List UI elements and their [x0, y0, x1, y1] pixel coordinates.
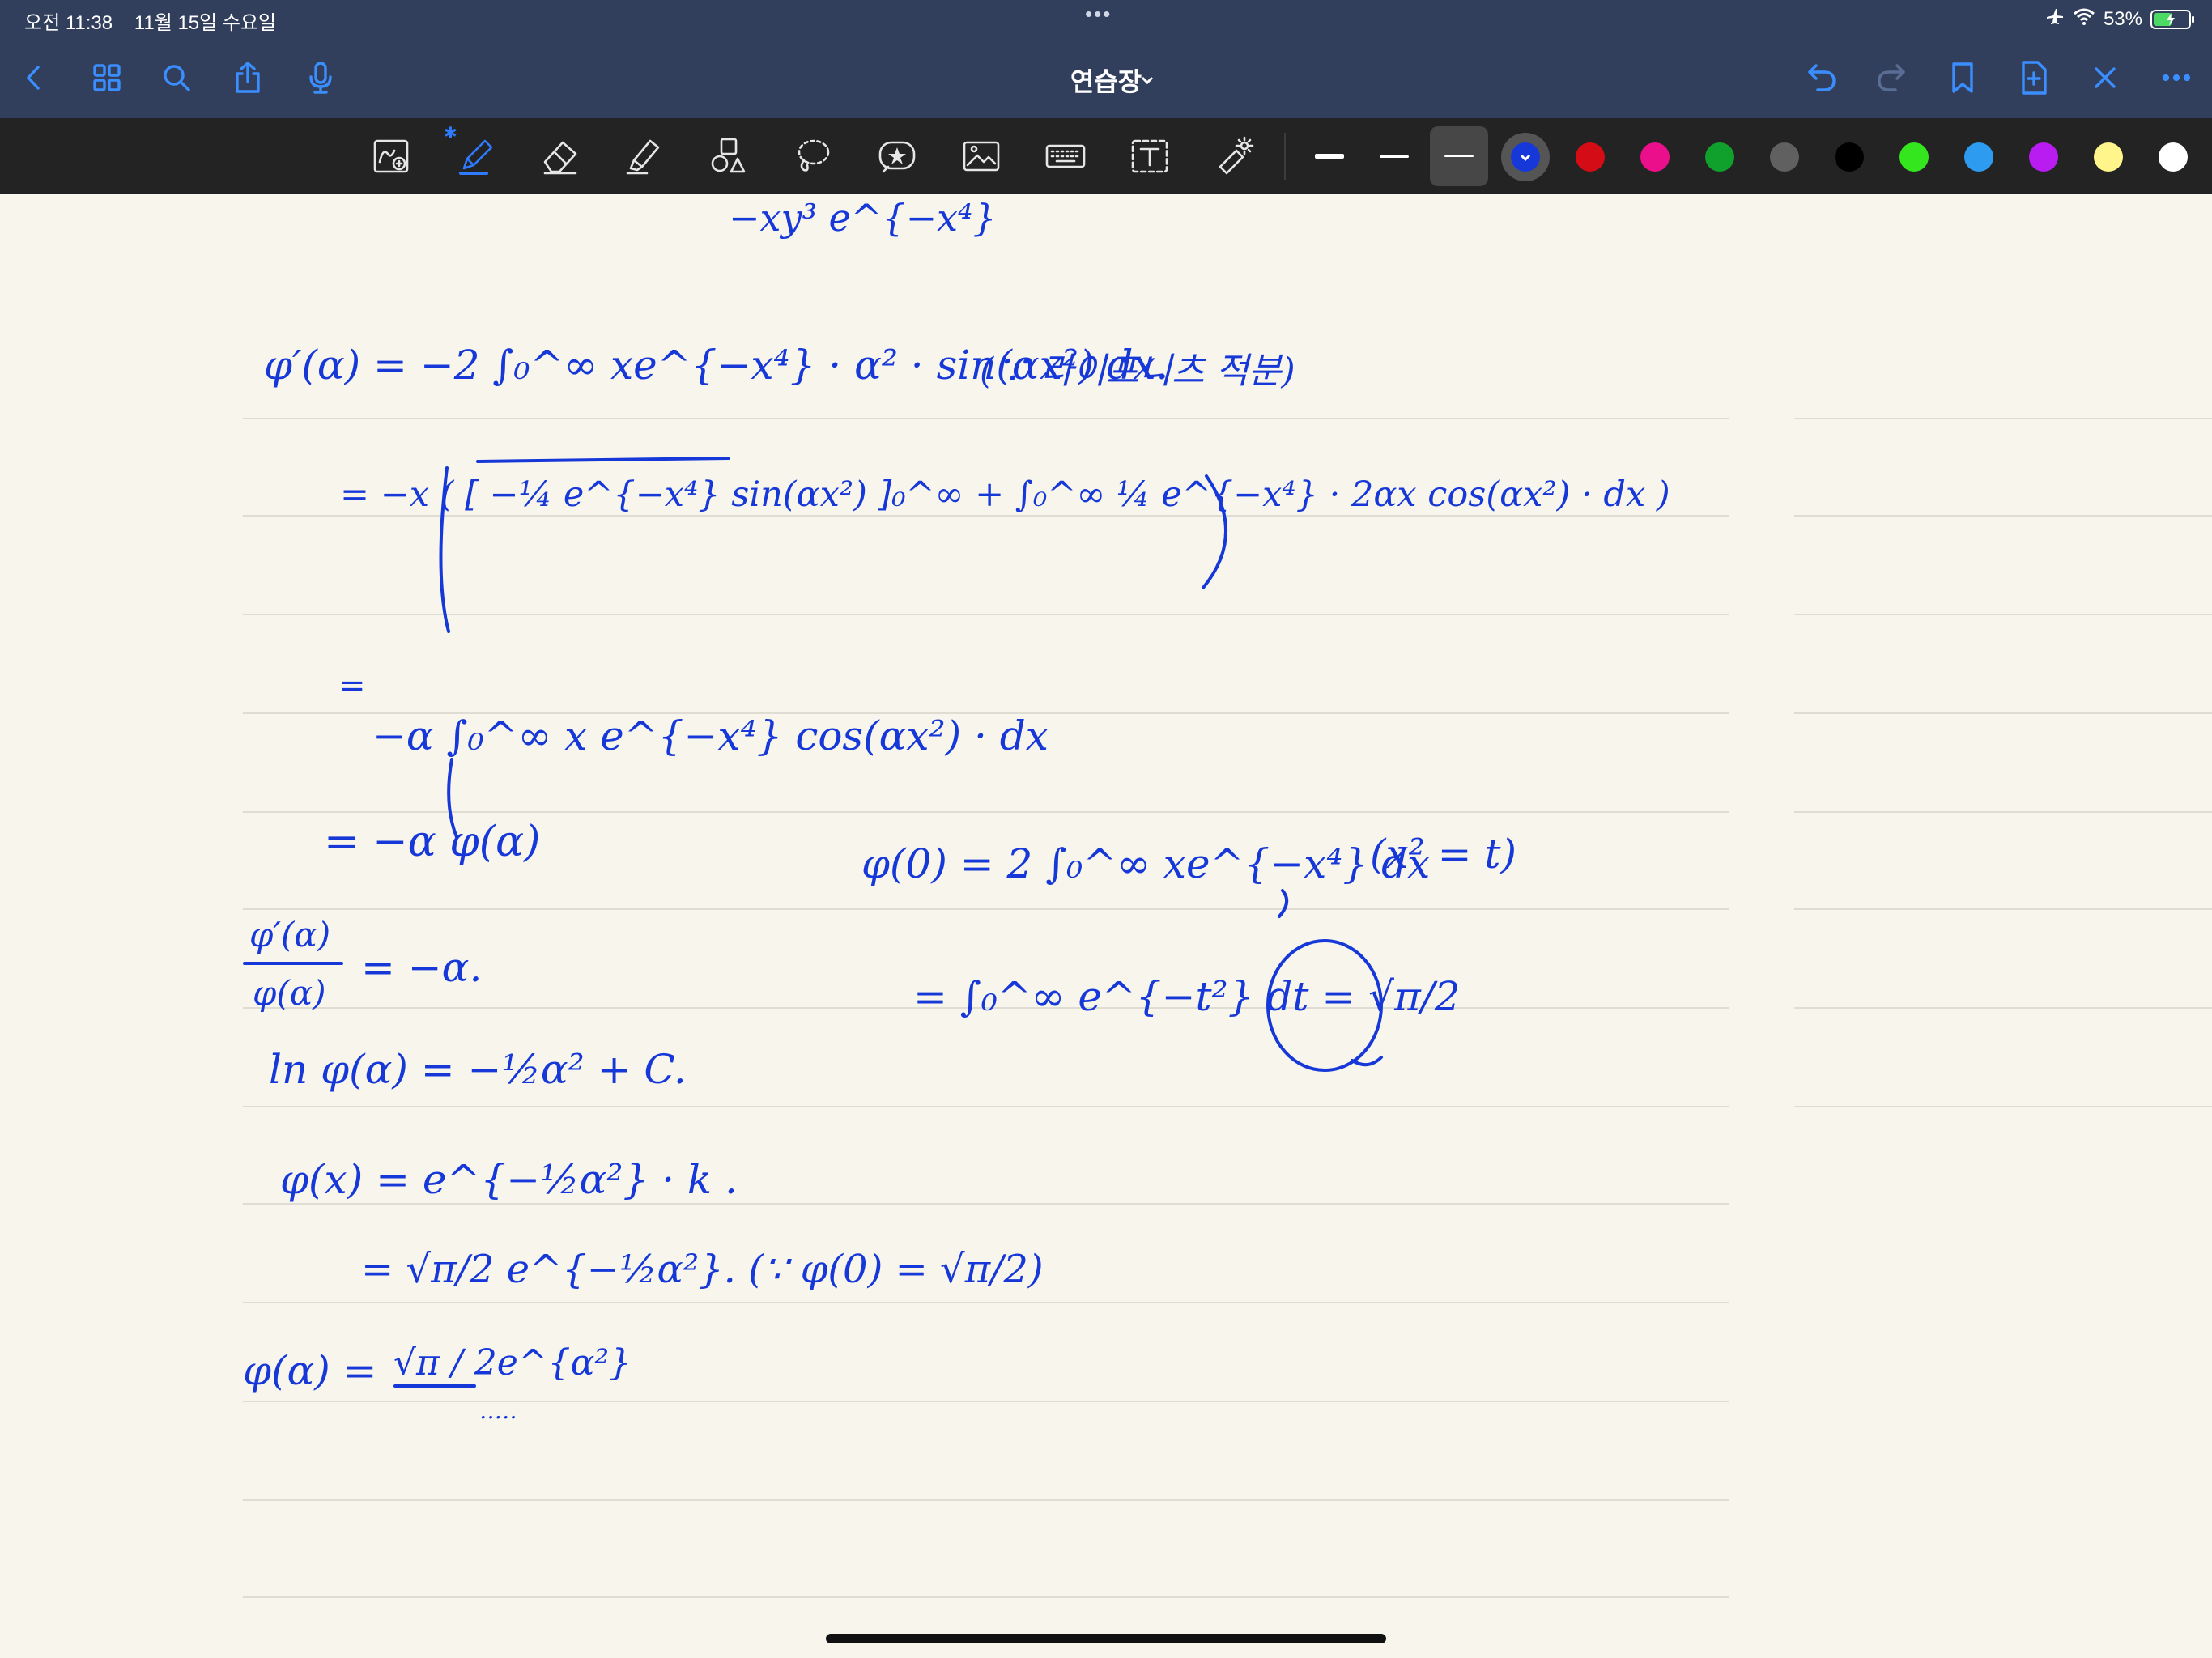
status-date: 11월 15일 수요일: [134, 12, 277, 34]
stroke-width-thick[interactable]: [1300, 126, 1359, 186]
ink-big-paren-left: [439, 466, 450, 633]
ink-answer-circle: [1266, 939, 1383, 1072]
undo-button[interactable]: [1799, 55, 1844, 100]
shapes-icon: [711, 138, 746, 173]
battery-percent: 53%: [2103, 7, 2142, 30]
search-button[interactable]: [154, 55, 199, 100]
status-right: 53%: [2045, 6, 2194, 32]
laser-pointer-tool[interactable]: [1208, 130, 1260, 182]
ink-arrow-hook: [1278, 889, 1289, 918]
color-swatch[interactable]: [2094, 142, 2123, 172]
pen-icon: [459, 139, 493, 175]
chevron-down-icon: [1518, 150, 1533, 164]
stroke-sample-thin: [1444, 155, 1474, 157]
thumbnails-button[interactable]: [84, 55, 130, 100]
pen-tool[interactable]: [450, 130, 502, 182]
multitasking-dots[interactable]: •••: [1085, 2, 1112, 27]
text-box-icon: [1131, 139, 1168, 173]
status-time: 오전 11:38: [24, 12, 113, 34]
search-icon: [164, 65, 190, 91]
add-page-button[interactable]: [2011, 55, 2057, 100]
microphone-icon: [309, 62, 332, 94]
shapes-tool[interactable]: [703, 130, 755, 182]
highlighter-tool[interactable]: [619, 130, 670, 182]
stroke-sample-medium: [1380, 155, 1409, 158]
bookmark-button[interactable]: [1940, 55, 1985, 100]
color-swatch[interactable]: [1899, 142, 1929, 172]
keyboard-tool[interactable]: [1040, 130, 1091, 182]
status-left: 오전 11:38 11월 15일 수요일: [24, 6, 292, 35]
color-swatch[interactable]: [1511, 142, 1540, 172]
charging-bolt-icon: [2167, 12, 2175, 26]
top-bar: 오전 11:38 11월 15일 수요일 ••• 53% 연습장: [0, 0, 2212, 118]
ink-integral-stroke: [447, 758, 458, 839]
toolbar-divider: [1284, 133, 1286, 180]
ink-strikethrough: [476, 457, 730, 463]
add-page-icon: [2022, 61, 2047, 95]
undo-icon: [1808, 64, 1836, 91]
battery-nub: [2192, 15, 2194, 23]
grid-icon: [93, 64, 121, 91]
highlighter-icon: [626, 139, 660, 175]
more-icon: [2162, 74, 2191, 82]
image-tool[interactable]: [955, 130, 1007, 182]
stroke-sample-thick: [1315, 154, 1344, 159]
laser-pointer-icon: [1219, 136, 1254, 175]
redo-button[interactable]: [1869, 55, 1914, 100]
zoom-window-icon: [373, 139, 409, 173]
eraser-icon: [543, 141, 577, 175]
ink-strokes: [243, 457, 1383, 1388]
pen-toolbar: ✱: [0, 118, 2212, 194]
wifi-icon: [2073, 6, 2095, 32]
more-button[interactable]: [2154, 55, 2199, 100]
voice-record-button[interactable]: [298, 55, 343, 100]
ink-big-paren-right: [1202, 474, 1227, 589]
airplane-icon: [2045, 6, 2065, 32]
bookmark-icon: [1952, 62, 1973, 93]
color-swatch[interactable]: [1705, 142, 1734, 172]
text-tool[interactable]: [1124, 130, 1176, 182]
app-window: 오전 11:38 11월 15일 수요일 ••• 53% 연습장 ✱ −xy³ …: [0, 0, 2212, 1658]
color-swatch[interactable]: [1770, 142, 1799, 172]
lasso-tool[interactable]: [787, 130, 839, 182]
share-icon: [236, 62, 260, 93]
color-swatch[interactable]: [2159, 142, 2188, 172]
color-swatch[interactable]: [1640, 142, 1670, 172]
close-button[interactable]: [2082, 55, 2128, 100]
color-swatch[interactable]: [2029, 142, 2058, 172]
eraser-tool[interactable]: [534, 130, 586, 182]
color-swatch[interactable]: [1835, 142, 1864, 172]
close-icon: [2095, 67, 2116, 88]
title-menu-chevron[interactable]: [1138, 65, 1159, 89]
stroke-width-medium[interactable]: [1365, 126, 1423, 186]
back-chevron-icon: [27, 66, 40, 90]
redo-icon: [1878, 64, 1905, 91]
note-page[interactable]: −xy³ e^{−x⁴} φ′(α) = −2 ∫₀^∞ xe^{−x⁴} · …: [0, 194, 2212, 1658]
home-indicator[interactable]: [826, 1634, 1386, 1643]
navigation-bar: 연습장: [0, 37, 2212, 118]
share-button[interactable]: [225, 55, 270, 100]
chevron-down-icon: [1141, 76, 1154, 85]
zoom-window-tool[interactable]: [366, 130, 418, 182]
elements-tool[interactable]: [871, 130, 923, 182]
battery-icon: [2150, 9, 2194, 29]
lasso-icon: [798, 139, 830, 172]
status-bar: 오전 11:38 11월 15일 수요일 ••• 53%: [0, 0, 2212, 37]
color-swatch[interactable]: [1964, 142, 1993, 172]
stroke-width-thin[interactable]: [1430, 126, 1488, 186]
elements-icon: [878, 141, 916, 173]
color-swatch[interactable]: [1576, 142, 1605, 172]
image-icon: [963, 141, 1000, 172]
camera-keyboard-icon: [1045, 144, 1086, 168]
back-button[interactable]: [11, 55, 57, 100]
